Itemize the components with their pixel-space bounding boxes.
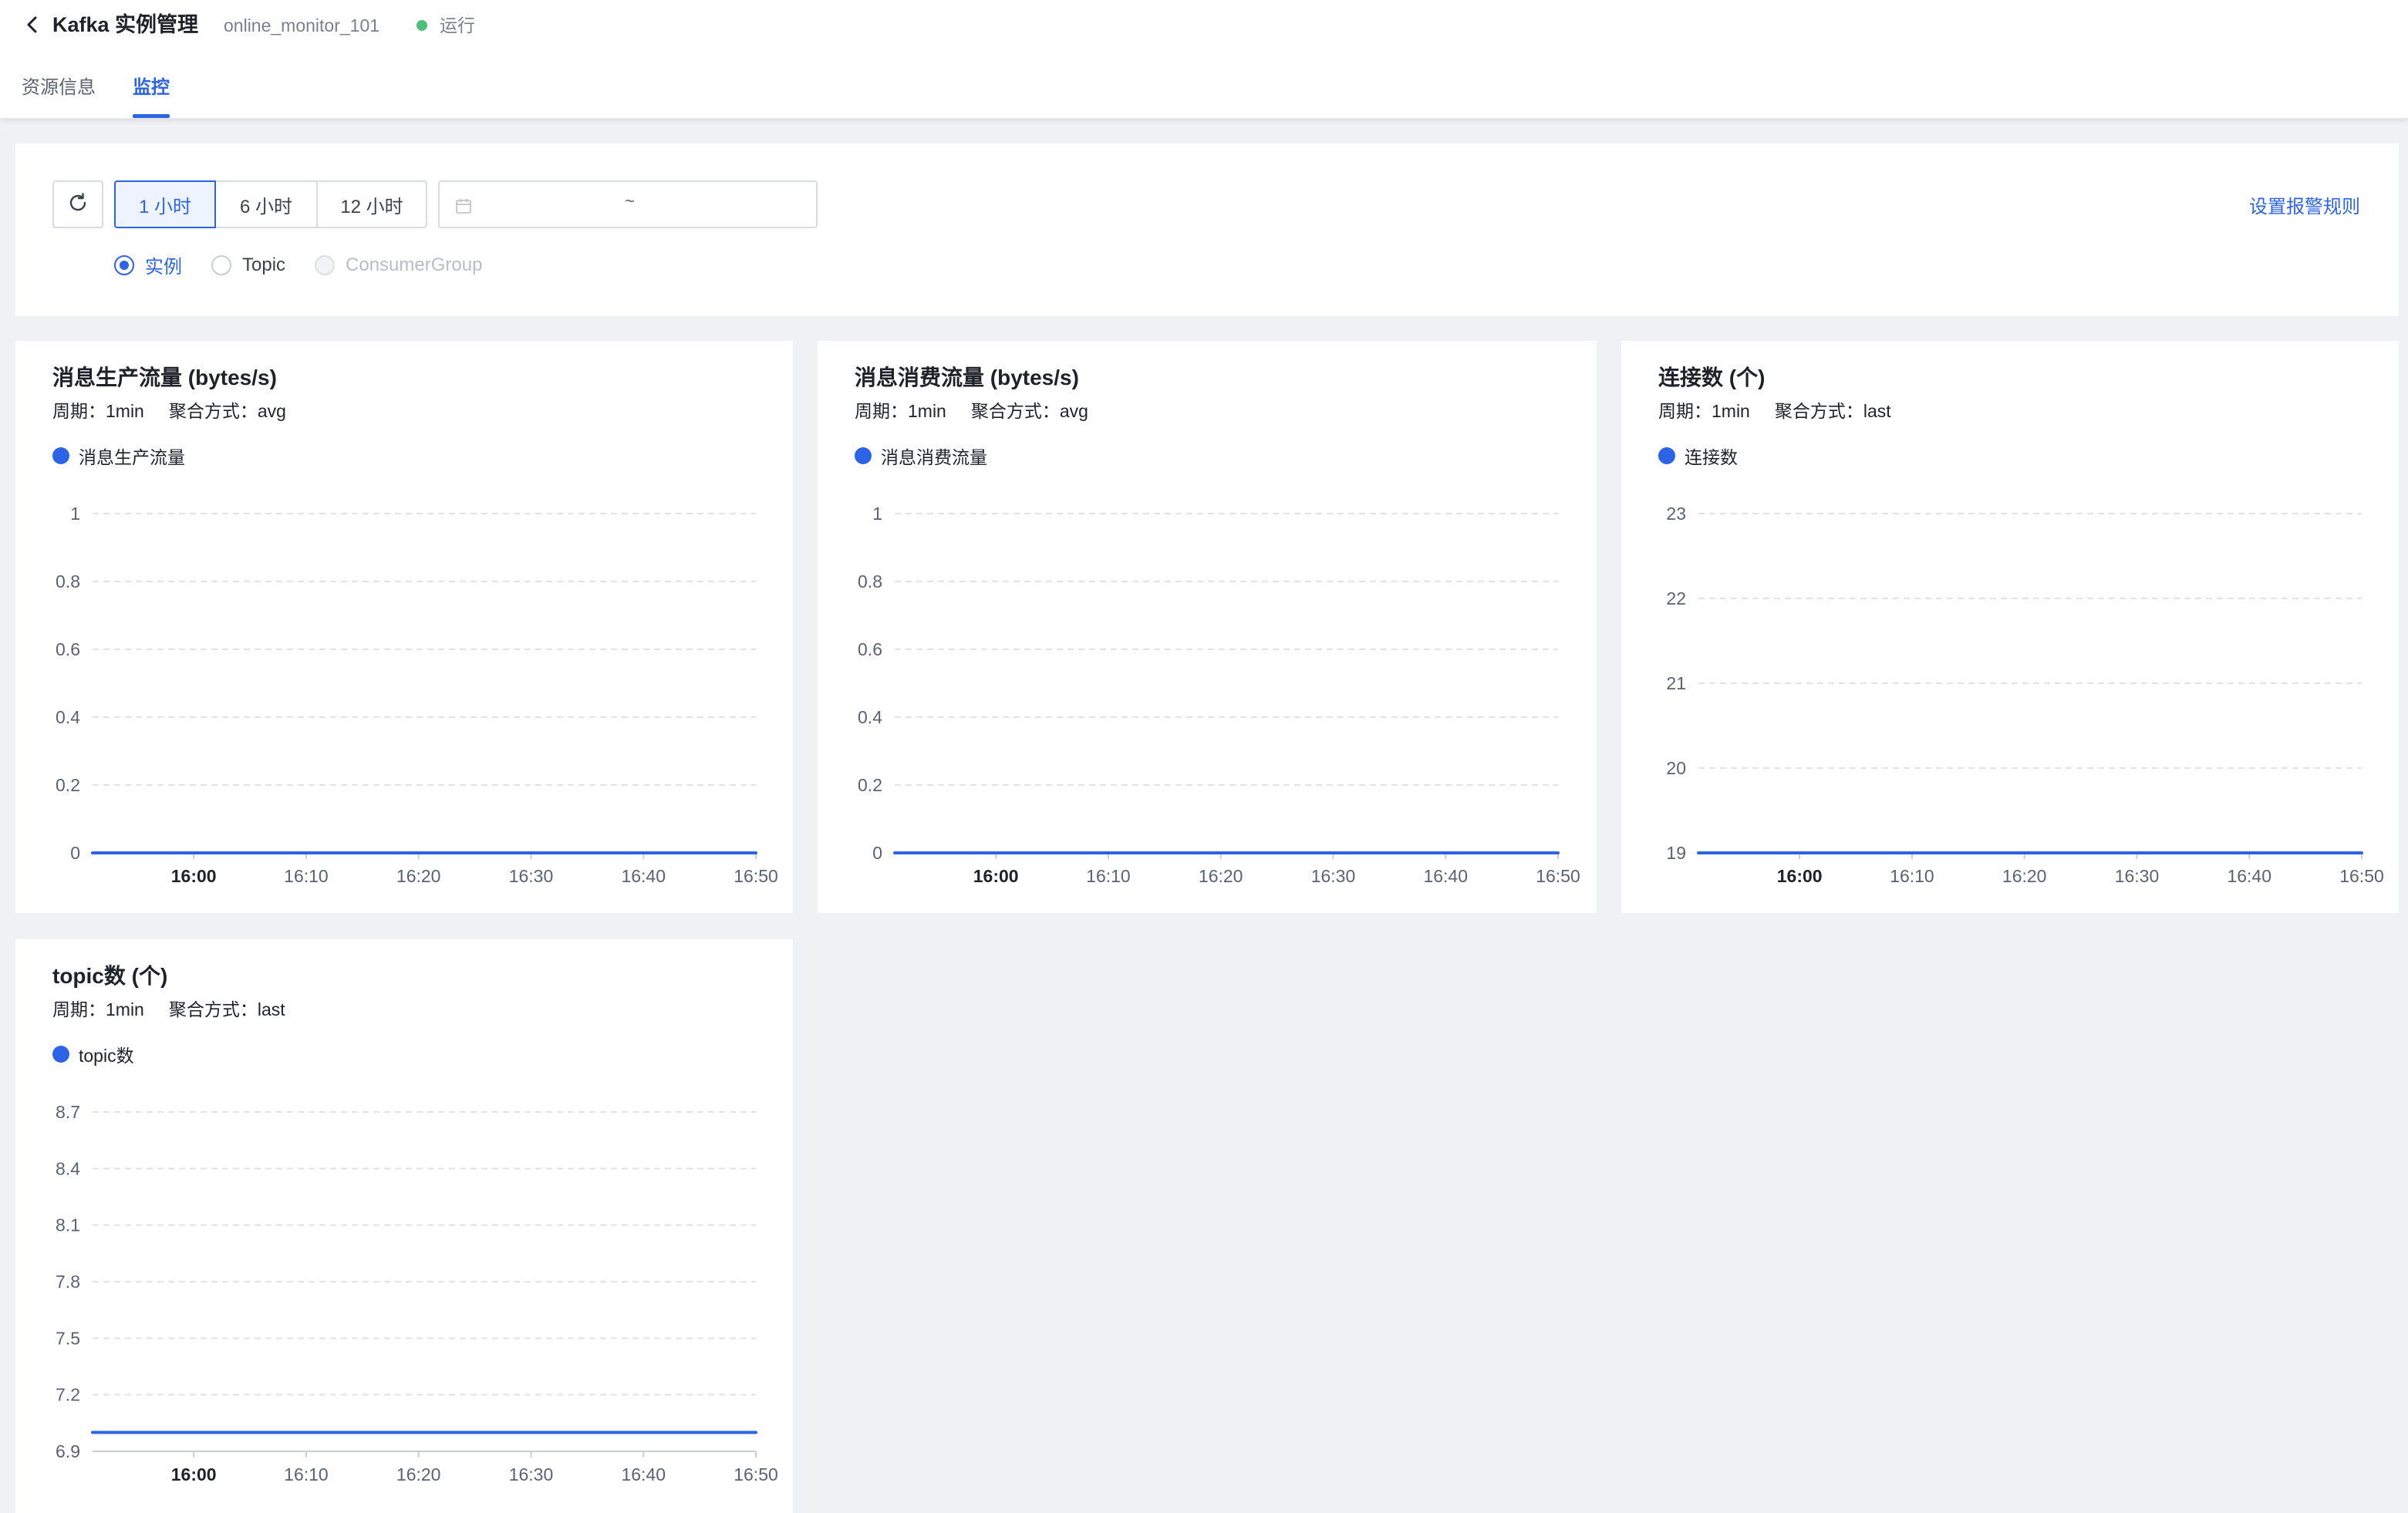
y-tick-label: 8.4	[56, 1158, 80, 1178]
x-tick-label: 16:20	[396, 1464, 441, 1484]
x-tick-label: 16:30	[509, 866, 554, 886]
tab-monitor[interactable]: 监控	[133, 74, 170, 102]
time-range-selector: 1 小时 6 小时 12 小时	[114, 180, 427, 228]
y-tick-label: 1	[872, 504, 882, 524]
y-tick-label: 19	[1666, 843, 1686, 863]
y-tick-label: 7.5	[56, 1328, 80, 1348]
y-tick-label: 20	[1666, 758, 1686, 778]
y-tick-label: 22	[1666, 588, 1686, 608]
y-tick-label: 6.9	[56, 1441, 80, 1461]
page-header: Kafka 实例管理 online_monitor_101 运行 资源信息 监控	[0, 0, 2408, 119]
chevron-left-icon[interactable]	[23, 12, 42, 37]
radio-topic[interactable]: Topic	[211, 254, 285, 276]
chart-card-connections: 连接数 (个) 周期：1min 聚合方式：last 连接数 23 22 21 20 19…	[1621, 341, 2399, 913]
time-range-1h-button[interactable]: 1 小时	[114, 180, 216, 228]
x-tick-label: 16:00	[171, 1464, 217, 1484]
x-tick-label: 16:20	[2002, 866, 2047, 886]
y-tick-label: 0.4	[858, 707, 882, 727]
chart-plot: 1 0.8 0.6 0.4 0.2 0 16:00 16:10 16:20 16:30 16:40 1…	[858, 504, 1580, 886]
y-tick-label: 0.4	[56, 707, 80, 727]
x-tick-label: 16:50	[2339, 866, 2384, 886]
y-tick-label: 0.6	[858, 639, 882, 659]
x-tick-label: 16:10	[1890, 866, 1934, 886]
x-tick-label: 16:10	[284, 1464, 329, 1484]
y-tick-label: 0.2	[56, 775, 80, 795]
date-range-separator: ~	[625, 191, 635, 211]
x-tick-label: 16:50	[734, 1464, 778, 1484]
radio-circle	[114, 254, 134, 275]
y-tick-label: 0.6	[56, 639, 80, 659]
set-alarm-rules-link[interactable]: 设置报警规则	[2249, 191, 2360, 218]
x-tick-label: 16:00	[171, 866, 217, 886]
time-range-12h-button[interactable]: 12 小时	[316, 180, 427, 228]
x-tick-label: 16:00	[1777, 866, 1823, 886]
radio-label: ConsumerGroup	[346, 254, 483, 275]
refresh-icon	[66, 191, 89, 218]
time-range-6h-button[interactable]: 6 小时	[214, 180, 318, 228]
x-tick-label: 16:30	[2115, 866, 2160, 886]
x-tick-label: 16:10	[284, 866, 329, 886]
dimension-radio-group: 实例 Topic ConsumerGroup	[114, 251, 511, 278]
chart-card-produce-traffic: 消息生产流量 (bytes/s) 周期：1min 聚合方式：avg 消息生产流量…	[15, 341, 793, 913]
radio-label: Topic	[242, 254, 286, 275]
chart-plot: 8.7 8.4 8.1 7.8 7.5 7.2 6.9 16:00 16:10 16:20 16:3…	[56, 1102, 778, 1484]
x-tick-label: 16:20	[396, 866, 441, 886]
y-tick-label: 0.8	[858, 571, 882, 591]
chart-card-topic-count: topic数 (个) 周期：1min 聚合方式：last topic数 8.7 8…	[15, 939, 793, 1513]
radio-circle	[315, 254, 336, 275]
page-title: Kafka 实例管理	[52, 13, 199, 36]
date-range-picker[interactable]: ~	[438, 180, 818, 228]
x-tick-label: 16:10	[1086, 866, 1131, 886]
x-tick-label: 16:40	[621, 866, 666, 886]
y-tick-label: 21	[1666, 673, 1686, 693]
filter-panel: 1 小时 6 小时 12 小时 ~ 设置报警规则 实例 Topic Consum…	[15, 143, 2399, 316]
tab-resource-info[interactable]: 资源信息	[22, 74, 96, 102]
radio-instance[interactable]: 实例	[114, 251, 182, 278]
y-tick-label: 7.2	[56, 1385, 80, 1405]
y-tick-label: 0	[872, 843, 882, 863]
radio-consumer-group: ConsumerGroup	[315, 254, 482, 276]
y-tick-label: 23	[1666, 504, 1686, 524]
x-tick-label: 16:40	[2227, 866, 2271, 886]
x-tick-label: 16:50	[1536, 866, 1580, 886]
y-tick-label: 0.2	[858, 775, 882, 795]
x-tick-label: 16:20	[1199, 866, 1243, 886]
chart-card-consume-traffic: 消息消费流量 (bytes/s) 周期：1min 聚合方式：avg 消息消费流量…	[818, 341, 1597, 913]
active-tab-indicator	[133, 114, 170, 118]
refresh-button[interactable]	[52, 180, 103, 228]
calendar-icon	[455, 197, 472, 218]
y-tick-label: 0.8	[56, 571, 80, 591]
status-dot-icon	[417, 20, 427, 31]
status-badge: 运行	[440, 15, 475, 35]
x-tick-label: 16:50	[734, 866, 778, 886]
chart-plot: 23 22 21 20 19 16:00 16:10 16:20 16:30 16:40 16:50	[1666, 504, 2384, 886]
x-tick-label: 16:00	[973, 866, 1019, 886]
radio-circle	[211, 254, 231, 275]
chart-plot: 1 0.8 0.6 0.4 0.2 0 16:00 16:10 16:20 16:30 16:40 1…	[56, 504, 778, 886]
y-tick-label: 1	[70, 504, 80, 524]
y-tick-label: 8.1	[56, 1215, 80, 1235]
y-tick-label: 8.7	[56, 1102, 80, 1122]
x-tick-label: 16:30	[509, 1464, 554, 1484]
x-tick-label: 16:40	[621, 1464, 666, 1484]
radio-label: 实例	[145, 257, 182, 278]
x-tick-label: 16:40	[1423, 866, 1468, 886]
x-tick-label: 16:30	[1311, 866, 1356, 886]
y-tick-label: 0	[70, 843, 80, 863]
instance-id: online_monitor_101	[224, 15, 380, 35]
y-tick-label: 7.8	[56, 1272, 80, 1292]
